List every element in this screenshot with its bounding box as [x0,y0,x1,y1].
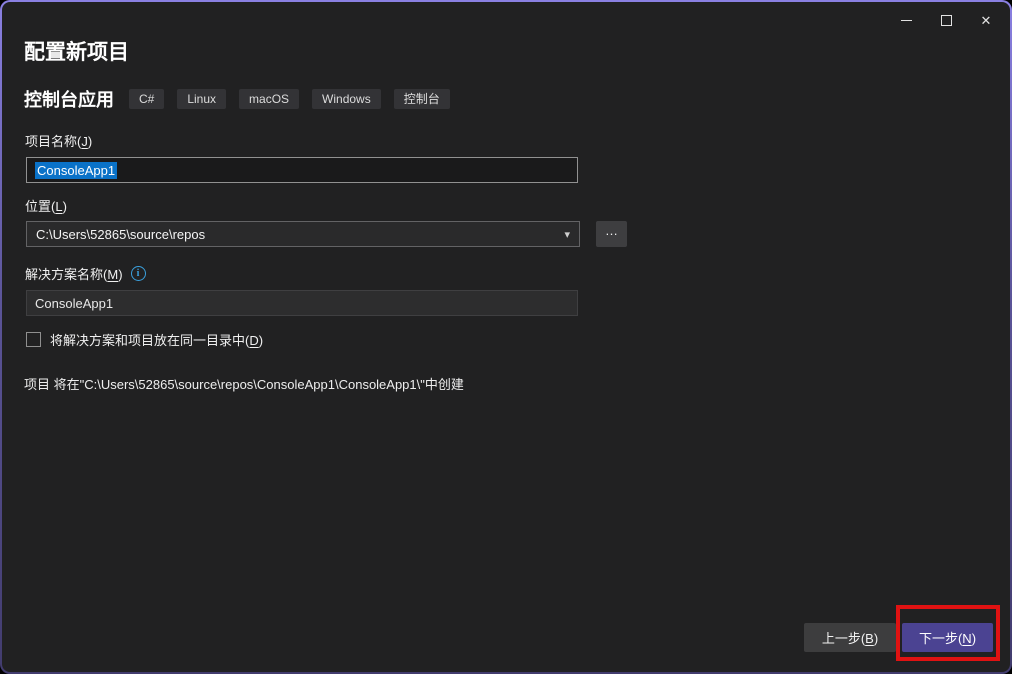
maximize-button[interactable] [926,5,966,35]
maximize-icon [941,15,952,26]
minimize-button[interactable] [886,5,926,35]
browse-button[interactable]: … [596,221,627,247]
solution-name-label: 解决方案名称(M) [25,264,123,283]
same-directory-checkbox[interactable] [26,332,41,347]
titlebar-controls: ✕ [886,5,1006,35]
tag-linux: Linux [177,89,226,109]
template-name: 控制台应用 [24,86,114,112]
location-combobox[interactable]: C:\Users\52865\source\repos ▾ [26,221,580,247]
location-value: C:\Users\52865\source\repos [36,227,205,242]
project-name-label: 项目名称(J) [25,131,92,150]
tag-console: 控制台 [394,89,450,109]
location-label: 位置(L) [25,196,67,215]
tag-windows: Windows [312,89,381,109]
tag-csharp: C# [129,89,164,109]
same-directory-row: 将解决方案和项目放在同一目录中(D) [26,330,263,349]
ellipsis-icon: … [605,223,618,238]
close-icon: ✕ [981,14,992,27]
back-button[interactable]: 上一步(B) [804,623,896,652]
info-icon[interactable]: i [131,266,146,281]
page-title: 配置新项目 [24,36,129,66]
dropdown-arrow-icon: ▾ [564,228,570,241]
selected-text: ConsoleApp1 [35,162,117,179]
same-directory-label: 将解决方案和项目放在同一目录中(D) [50,330,263,349]
minimize-icon [901,20,912,21]
next-button[interactable]: 下一步(N) [902,623,993,652]
window-frame: ✕ 配置新项目 控制台应用 C# Linux macOS Windows 控制台… [0,0,1012,674]
close-button[interactable]: ✕ [966,5,1006,35]
creation-path-note: 项目 将在"C:\Users\52865\source\repos\Consol… [24,374,464,393]
solution-name-value: ConsoleApp1 [35,296,113,311]
solution-name-input[interactable]: ConsoleApp1 [26,290,578,316]
tag-macos: macOS [239,89,299,109]
template-header: 控制台应用 C# Linux macOS Windows 控制台 [24,86,450,112]
solution-name-header: 解决方案名称(M) i [25,264,146,283]
project-name-input[interactable]: ConsoleApp1 [26,157,578,183]
configure-project-dialog: ✕ 配置新项目 控制台应用 C# Linux macOS Windows 控制台… [2,2,1010,672]
